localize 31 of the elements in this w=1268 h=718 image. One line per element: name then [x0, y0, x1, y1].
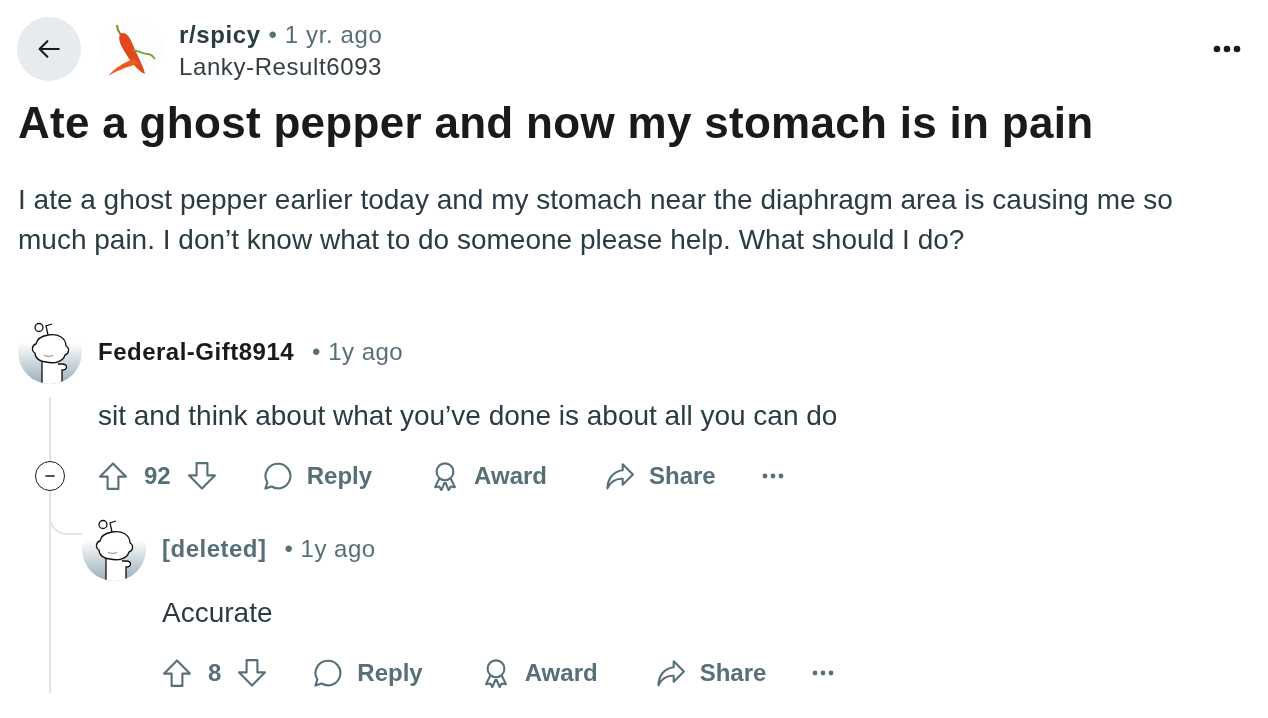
upvote-icon[interactable]	[98, 461, 128, 491]
share-button[interactable]: Share	[593, 456, 728, 496]
share-icon	[655, 658, 686, 688]
share-button[interactable]: Share	[643, 653, 779, 693]
post-time: • 1 yr. ago	[268, 21, 383, 48]
comment-time: • 1y ago	[312, 337, 404, 367]
upvote-icon[interactable]	[162, 658, 192, 688]
downvote-icon[interactable]	[237, 658, 268, 688]
award-button[interactable]: Award	[468, 653, 610, 693]
post-body: I ate a ghost pepper earlier today and my stomach near the diaphragm area is causing me so much pain. I don’t know what to do someone please help. What should I do?	[18, 183, 1174, 257]
comment-time: • 1y ago	[284, 534, 376, 564]
vote-count: 8	[208, 658, 222, 688]
comment-author[interactable]: [deleted]	[162, 531, 267, 567]
post-author[interactable]: Lanky-Result6093	[179, 53, 383, 80]
vote-count: 92	[144, 461, 171, 491]
reply-icon	[313, 658, 344, 688]
downvote-icon[interactable]	[186, 461, 217, 491]
avatar-icon	[82, 517, 146, 581]
more-icon[interactable]	[1213, 45, 1241, 53]
comment-text: sit and think about what you’ve done is about all you can do	[97, 399, 839, 433]
comment-text: Accurate	[161, 596, 274, 630]
share-icon	[605, 461, 635, 491]
reply-icon	[262, 461, 293, 491]
reply-button[interactable]: Reply	[250, 456, 385, 496]
award-button[interactable]: Award	[418, 456, 559, 496]
subreddit-name[interactable]: r/spicy	[179, 21, 261, 48]
post-title: Ate a ghost pepper and now my stomach is in pain	[18, 97, 1095, 149]
comment-author[interactable]: Federal-Gift8914	[98, 334, 295, 370]
avatar-icon	[18, 320, 82, 384]
reply-button[interactable]: Reply	[301, 653, 435, 693]
collapse-button[interactable]	[35, 461, 65, 491]
